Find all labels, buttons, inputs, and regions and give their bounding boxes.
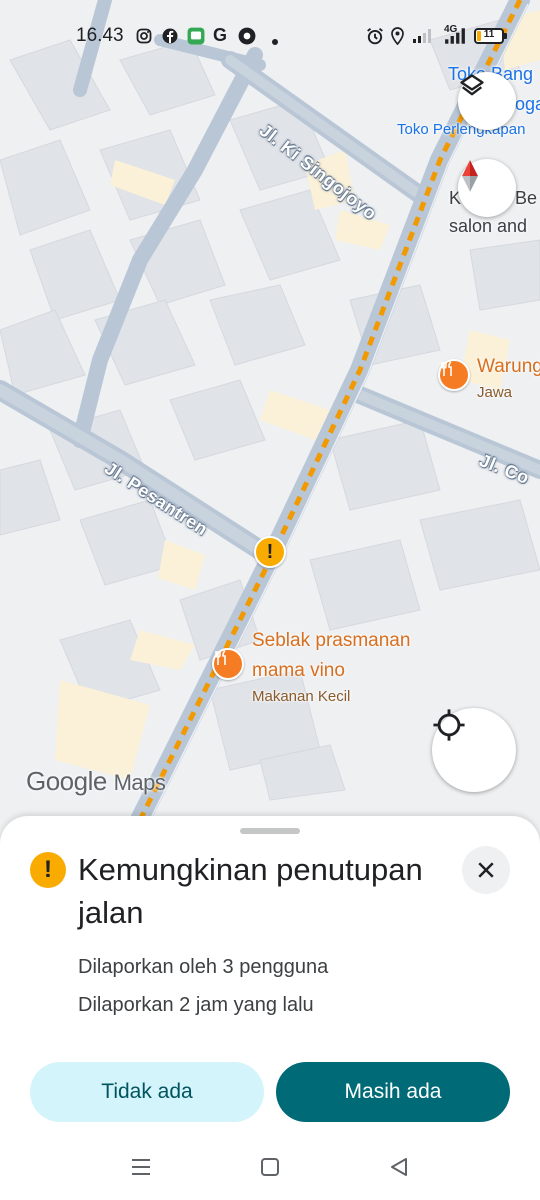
close-button[interactable] [462,846,510,894]
recent-apps-button[interactable] [128,1154,154,1180]
poi-name-seblak-line2[interactable]: mama vino [252,660,345,682]
screen: Jl. Ki Singojoyo Jl. Pesantren Jl. Co To… [0,0,540,1200]
facebook-icon [162,28,178,44]
reported-by-text: Dilaporkan oleh 3 pengguna [78,956,329,978]
instagram-icon [136,28,152,44]
status-bar: 16.43 G 4G 11 [0,18,540,54]
warning-icon: ! [30,852,66,888]
poi-name-warung[interactable]: Warung [477,356,540,378]
still-there-button[interactable]: Masih ada [276,1062,510,1122]
system-nav-bar [0,1140,540,1200]
google-wordmark: Google [26,766,107,796]
signal-4g-icon [445,28,465,44]
sheet-drag-handle[interactable] [240,828,300,834]
layers-icon [460,74,484,96]
restaurant-pin-icon[interactable] [438,359,470,391]
compass-icon [462,160,478,192]
back-triangle-icon [391,1158,407,1176]
fork-knife-icon [441,361,452,376]
battery-level: 11 [483,29,495,40]
battery-icon: 11 [474,28,507,44]
place-label-salon-line1: Be [515,188,538,208]
my-location-button[interactable] [432,708,516,792]
layers-button[interactable] [458,72,516,130]
compass-button[interactable] [458,159,516,217]
g-icon: G [213,25,228,45]
poi-sub-seblak: Makanan Kecil [252,688,351,705]
fork-knife-icon [215,650,226,665]
menu-icon [132,1159,150,1175]
app-icon [238,27,256,45]
maps-wordmark: Maps [113,770,166,795]
map-view[interactable]: Jl. Ki Singojoyo Jl. Pesantren Jl. Co To… [0,0,540,860]
not-there-button[interactable]: Tidak ada [30,1062,264,1122]
sheet-title: Kemungkinan penutupan jalan [78,852,423,930]
close-icon [478,862,494,878]
alarm-icon [367,27,383,45]
notification-dot-icon [272,39,278,45]
home-button[interactable] [257,1154,283,1180]
status-time: 16.43 [76,25,124,46]
poi-name-seblak-line1[interactable]: Seblak prasmanan [252,630,410,652]
signal-icon [413,29,431,43]
restaurant-pin-icon[interactable] [212,648,244,680]
home-square-icon [261,1158,279,1176]
location-icon [391,27,404,45]
messages-icon [187,27,205,45]
crosshair-icon [433,709,465,741]
back-button[interactable] [386,1154,412,1180]
poi-sub-warung: Jawa [477,384,513,401]
place-label-toko-perlengkapan: Toko Perlengkapan [397,121,526,138]
place-label-toko-bang-line2: oga [515,94,540,114]
place-label-salon-line2: salon and [449,216,528,236]
reported-time-text: Dilaporkan 2 jam yang lalu [78,994,314,1016]
google-maps-logo: Google Maps [26,766,166,797]
road-closure-marker-icon[interactable]: ! [254,536,286,568]
